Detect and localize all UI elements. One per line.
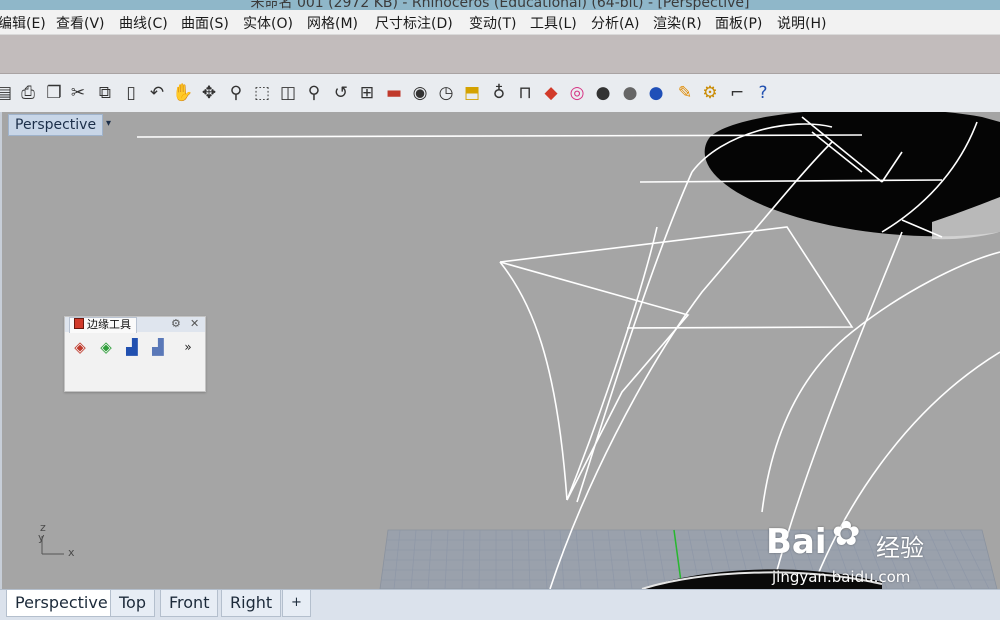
eye-icon[interactable]: ◉ [410, 83, 430, 103]
clock-icon[interactable]: ◷ [436, 83, 456, 103]
undo-icon[interactable]: ↶ [147, 83, 167, 103]
viewport-menu-arrow-icon[interactable]: ▾ [106, 118, 111, 129]
tab-front[interactable]: Front [160, 590, 219, 617]
four-viewports-icon[interactable]: ⊞ [357, 83, 377, 103]
menu-mesh[interactable]: 网格(M) [307, 13, 358, 33]
select-icon[interactable]: ⬒ [462, 83, 482, 103]
print-icon[interactable]: ⎙ [18, 83, 38, 103]
axis-y-label: y [38, 531, 45, 544]
paw-icon: ✿ [832, 514, 861, 554]
baidu-watermark: Bai ✿ 经验 jingyan.baidu.com [740, 510, 970, 590]
menu-dimension[interactable]: 尺寸标注(D) [375, 13, 453, 33]
menu-solid[interactable]: 实体(O) [243, 13, 293, 33]
edge-tools-tab-icon [74, 318, 84, 329]
menu-tools[interactable]: 工具(L) [530, 13, 577, 33]
menu-edit[interactable]: 编辑(E) [0, 13, 46, 33]
gear-icon[interactable]: ⚙ [700, 83, 720, 103]
menu-transform[interactable]: 变动(T) [469, 13, 516, 33]
layer-icon[interactable]: ◆ [541, 83, 561, 103]
edge-tools-header: 边缘工具 ⚙ ✕ [65, 317, 205, 333]
watermark-url: jingyan.baidu.com [772, 568, 911, 586]
viewport-title[interactable]: Perspective [8, 114, 104, 136]
panel-settings-icon[interactable]: ⚙ [171, 317, 181, 330]
copy-icon[interactable]: ⧉ [95, 83, 115, 103]
pen-icon[interactable]: ✎ [675, 83, 695, 103]
zoom-window-icon[interactable]: ⬚ [252, 83, 272, 103]
rotate-view-icon[interactable]: ✥ [199, 83, 219, 103]
undo-view-icon[interactable]: ↺ [331, 83, 351, 103]
menu-analyze[interactable]: 分析(A) [591, 13, 640, 33]
menu-help[interactable]: 说明(H) [777, 13, 826, 33]
world-axis-icon [41, 536, 64, 555]
lock-icon[interactable]: ⊓ [515, 83, 535, 103]
zoom-extents-icon[interactable]: ◫ [278, 83, 298, 103]
edge-tools-title: 边缘工具 [87, 318, 131, 331]
zoom-icon[interactable]: ⚲ [226, 83, 246, 103]
menu-surface[interactable]: 曲面(S) [181, 13, 229, 33]
help-icon[interactable]: ? [753, 83, 773, 103]
menu-curve[interactable]: 曲线(C) [119, 13, 168, 33]
edge-tools-panel: 边缘工具 ⚙ ✕ ◈ ◈ ▟ ▟ » [64, 316, 206, 392]
save-icon[interactable]: ▤ [0, 83, 14, 103]
menu-panels[interactable]: 面板(P) [715, 13, 762, 33]
axis-x-label: x [68, 546, 75, 559]
fillet-edge-icon[interactable]: ◈ [69, 337, 91, 357]
viewport-tabs: Perspective Top Front Right + [0, 589, 1000, 620]
glossy-sphere-icon[interactable]: ● [646, 83, 666, 103]
standard-toolbar: ▤ ⎙ ❐ ✂ ⧉ ▯ ↶ ✋ ✥ ⚲ ⬚ ◫ ⚲ ↺ ⊞ ▬ ◉ ◷ ⬒ ♁ … [0, 74, 1000, 113]
shaded-sphere-icon[interactable]: ● [593, 83, 613, 103]
zoom-selected-icon[interactable]: ⚲ [304, 83, 324, 103]
tab-right[interactable]: Right [221, 590, 282, 617]
blend-edge-icon[interactable]: ▟ [121, 337, 143, 357]
panel-close-icon[interactable]: ✕ [190, 317, 199, 330]
light-bulb-icon[interactable]: ♁ [489, 83, 509, 103]
cut-icon[interactable]: ✂ [68, 83, 88, 103]
menu-view[interactable]: 查看(V) [56, 13, 105, 33]
watermark-suffix: 经验 [876, 534, 924, 562]
car-icon[interactable]: ▬ [384, 83, 404, 103]
tab-perspective[interactable]: Perspective [6, 590, 117, 617]
watermark-brand: Bai [766, 522, 827, 562]
rendered-sphere-icon[interactable]: ● [620, 83, 640, 103]
more-tools-button[interactable]: » [177, 337, 199, 357]
menu-render[interactable]: 渲染(R) [653, 13, 702, 33]
color-wheel-icon[interactable]: ◎ [567, 83, 587, 103]
menu-bar: 编辑(E) 查看(V) 曲线(C) 曲面(S) 实体(O) 网格(M) 尺寸标注… [0, 10, 1000, 35]
viewport-name: Perspective [15, 117, 97, 133]
paste-icon[interactable]: ▯ [121, 83, 141, 103]
edge-tools-tab[interactable]: 边缘工具 [69, 317, 137, 333]
tab-top[interactable]: Top [110, 590, 155, 617]
window-title: 未命名 001 (2972 KB) - Rhinoceros (Educatio… [250, 0, 750, 10]
chamfer-edge-icon[interactable]: ◈ [95, 337, 117, 357]
title-bar: 未命名 001 (2972 KB) - Rhinoceros (Educatio… [0, 0, 1000, 10]
command-area[interactable] [0, 35, 1000, 74]
connect-icon[interactable]: ⌐ [727, 83, 747, 103]
pan-hand-icon[interactable]: ✋ [172, 83, 193, 103]
copy-doc-icon[interactable]: ❐ [44, 83, 64, 103]
add-tab-button[interactable]: + [282, 590, 311, 617]
variable-edge-icon[interactable]: ▟ [147, 337, 169, 357]
